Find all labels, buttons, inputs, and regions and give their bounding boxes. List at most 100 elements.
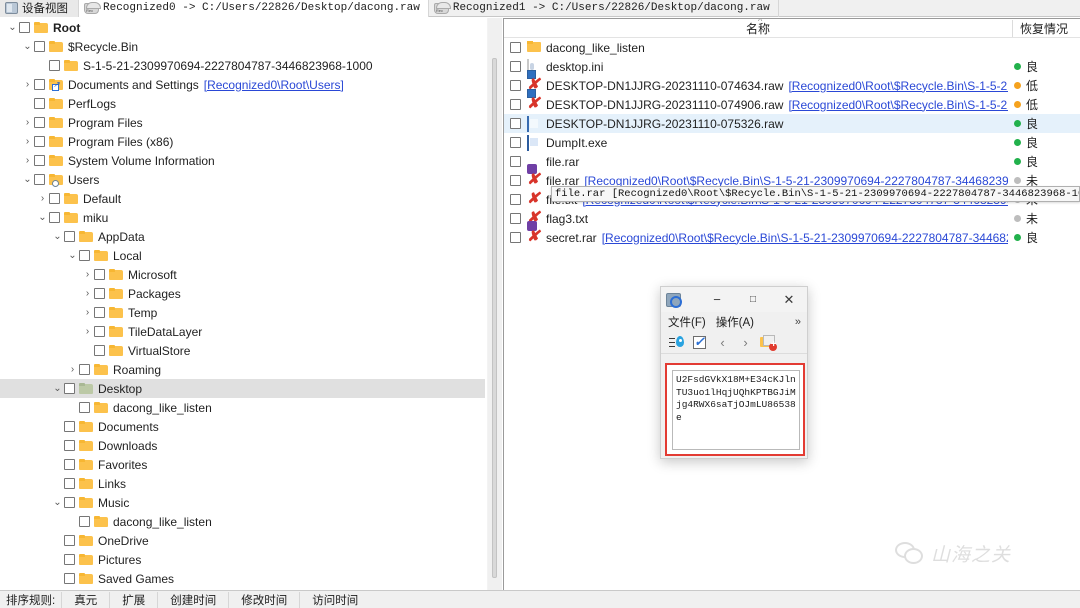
tree-item-checkbox[interactable] [79,402,90,413]
secondary-window[interactable]: − □ ✕ 文件(F) 操作(A) » ✓ ‹ › U2FsdGVkX18M+E… [660,286,808,459]
tree-item[interactable]: · Pictures [0,550,499,569]
tab-device-view[interactable]: 设备视图 [0,0,79,17]
tree-item[interactable]: · OneDrive [0,531,499,550]
popup-menu-action[interactable]: 操作(A) [716,314,754,330]
file-row-checkbox[interactable] [510,232,521,243]
column-header-name[interactable]: ^ 名称 [504,19,1012,37]
tree-item-checkbox[interactable] [79,250,90,261]
file-row-checkbox[interactable] [510,99,521,110]
tree-item-checkbox[interactable] [64,478,75,489]
tree-item-checkbox[interactable] [34,155,45,166]
tab-recognized1[interactable]: Recognized1 -> C:/Users/22826/Desktop/da… [429,0,779,17]
tree-item[interactable]: · Downloads [0,436,499,455]
file-original-path[interactable]: [Recognized0\Root\$Recycle.Bin\S-1-5-21-… [602,231,1061,245]
tree-item-checkbox[interactable] [94,345,105,356]
file-list-row[interactable]: ✘ DESKTOP-DN1JJRG-20231110-074906.raw [Rec… [504,88,1080,114]
file-row-checkbox[interactable] [510,61,521,72]
sort-item-3[interactable]: 修改时间 [228,591,299,608]
tree-item-checkbox[interactable] [64,421,75,432]
chevron-down-icon[interactable]: ⌄ [51,493,64,512]
tree-item[interactable]: ⌄ Desktop [0,379,485,398]
file-row-checkbox[interactable] [510,175,521,186]
tree-item[interactable]: › Microsoft [0,265,499,284]
tree-item-checkbox[interactable] [94,269,105,280]
popup-close-button[interactable]: ✕ [771,287,807,312]
tree-item-checkbox[interactable] [34,79,45,90]
tree-item-checkbox[interactable] [64,535,75,546]
tree-item-checkbox[interactable] [94,326,105,337]
tree-item-checkbox[interactable] [34,41,45,52]
tree-item[interactable]: › System Volume Information [0,151,499,170]
tree-item[interactable]: · PerfLogs [0,94,499,113]
back-arrow-icon[interactable]: ‹ [713,334,732,352]
sort-item-1[interactable]: 扩展 [109,591,157,608]
sort-item-2[interactable]: 创建时间 [157,591,228,608]
file-list-row[interactable]: DESKTOP-DN1JJRG-20231110-075326.raw 良 [504,114,1080,133]
chevron-down-icon[interactable]: ⌄ [51,379,64,398]
tree-item-checkbox[interactable] [64,459,75,470]
tree-item-checkbox[interactable] [34,117,45,128]
tree-item[interactable]: ⌄ AppData [0,227,499,246]
tree-item-checkbox[interactable] [64,231,75,242]
new-folder-record-icon[interactable] [759,334,778,352]
tree-item[interactable]: ⌄ Music [0,493,499,512]
sort-item-4[interactable]: 访问时间 [299,591,370,608]
chevron-right-icon[interactable]: › [81,303,94,322]
chevron-down-icon[interactable]: ⌄ [36,208,49,227]
tree-item-checkbox[interactable] [49,212,60,223]
tree-item-checkbox[interactable] [34,98,45,109]
popup-menu-overflow[interactable]: » [795,316,801,328]
popup-minimize-button[interactable]: − [699,287,735,312]
chevron-right-icon[interactable]: › [81,322,94,341]
tree-item[interactable]: › Program Files (x86) [0,132,499,151]
tree-item-checkbox[interactable] [79,364,90,375]
tree-item[interactable]: ⌄ Users [0,170,499,189]
column-header-recovery[interactable]: 恢复情况 [1012,19,1080,37]
chevron-right-icon[interactable]: › [21,75,34,94]
chevron-right-icon[interactable]: › [81,265,94,284]
tree-item[interactable]: · Favorites [0,455,499,474]
tree-item-checkbox[interactable] [34,174,45,185]
tree-item[interactable]: › Packages [0,284,499,303]
chevron-down-icon[interactable]: ⌄ [21,37,34,56]
tree-item[interactable]: ⌄ Local [0,246,499,265]
file-list-row[interactable]: dacong_like_listen [504,38,1080,57]
tree-item-checkbox[interactable] [64,497,75,508]
file-list-row[interactable]: ✘ flag3.txt 未 [504,209,1080,228]
chevron-right-icon[interactable]: › [21,132,34,151]
tree-item[interactable]: › Roaming [0,360,499,379]
folder-tree-panel[interactable]: ⌄ Root ⌄ $Recycle.Bin · S-1-5-21-2309970694-2… [0,18,500,590]
popup-menu-file[interactable]: 文件(F) [668,314,706,330]
tree-item[interactable]: · dacong_like_listen [0,398,499,417]
tree-item-target-path[interactable]: [Recognized0\Root\Users] [204,78,344,92]
popup-titlebar[interactable]: − □ ✕ [661,287,807,312]
tree-item[interactable]: ⌄ miku [0,208,499,227]
file-row-checkbox[interactable] [510,118,521,129]
list-pin-icon[interactable] [667,334,686,352]
chevron-right-icon[interactable]: › [36,189,49,208]
tree-item[interactable]: · Links [0,474,499,493]
sort-item-0[interactable]: 真元 [61,591,109,608]
file-list-row[interactable]: file.rar 良 [504,152,1080,171]
checkbox-checked-icon[interactable]: ✓ [690,334,709,352]
tree-item[interactable]: › TileDataLayer [0,322,499,341]
chevron-down-icon[interactable]: ⌄ [6,18,19,37]
tree-item-checkbox[interactable] [94,288,105,299]
tree-item[interactable]: › Program Files [0,113,499,132]
tree-item[interactable]: ⌄ $Recycle.Bin [0,37,499,56]
tree-item[interactable]: · S-1-5-21-2309970694-2227804787-34468239… [0,56,499,75]
file-row-checkbox[interactable] [510,156,521,167]
tree-item-checkbox[interactable] [64,554,75,565]
tree-item-checkbox[interactable] [49,60,60,71]
forward-arrow-icon[interactable]: › [736,334,755,352]
tree-item-checkbox[interactable] [94,307,105,318]
splitter-grip[interactable] [492,58,497,578]
tree-item[interactable]: › Documents and Settings [Recognized0\Root… [0,75,499,94]
chevron-right-icon[interactable]: › [66,360,79,379]
file-list-row[interactable]: desktop.ini 良 [504,57,1080,76]
chevron-down-icon[interactable]: ⌄ [51,227,64,246]
tree-item-checkbox[interactable] [79,516,90,527]
file-list-row[interactable]: DumpIt.exe 良 [504,133,1080,152]
file-list-row[interactable]: ✘ secret.rar [Recognized0\Root\$Recycle.Bi… [504,220,1080,247]
encoded-text-field[interactable]: U2FsdGVkX18M+E34cKJlnTU3uo1lHqjUQhKPTBGJ… [672,370,800,450]
